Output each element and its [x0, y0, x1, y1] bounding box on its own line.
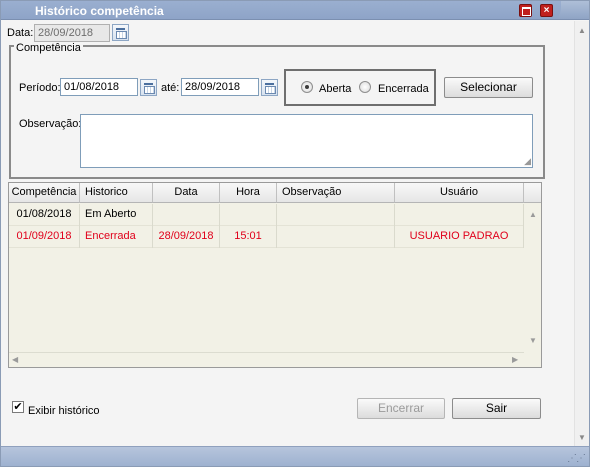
- close-button[interactable]: ×: [540, 4, 553, 17]
- show-history-label: Exibir histórico: [28, 405, 100, 417]
- cell-competencia: 01/09/2018: [9, 226, 80, 248]
- period-label: Período:: [19, 82, 61, 94]
- scroll-up-icon[interactable]: ▲: [529, 210, 537, 219]
- resize-grip-icon[interactable]: ⋰⋰: [567, 453, 586, 464]
- group-legend: Competência: [14, 42, 83, 54]
- date-label: Data:: [7, 27, 34, 39]
- select-button[interactable]: Selecionar: [444, 77, 533, 98]
- cell-observacao: [277, 204, 395, 226]
- until-label: até:: [161, 82, 180, 94]
- observation-textarea[interactable]: ◢: [80, 114, 533, 168]
- maximize-button[interactable]: [519, 4, 532, 17]
- scroll-down-icon[interactable]: ▼: [529, 336, 537, 345]
- scroll-right-icon[interactable]: ▶: [512, 355, 518, 364]
- col-usuario[interactable]: Usuário: [395, 183, 524, 203]
- table-header: Competência Historico Data Hora Observaç…: [9, 183, 541, 203]
- window-vertical-scrollbar[interactable]: ▲ ▼: [574, 21, 589, 446]
- title-bar[interactable]: Histórico competência ×: [1, 1, 589, 20]
- cell-historico: Encerrada: [80, 226, 153, 248]
- resize-handle-icon[interactable]: ◢: [524, 156, 531, 167]
- status-bar: ⋰⋰: [1, 446, 589, 466]
- radio-closed[interactable]: [359, 81, 371, 93]
- col-historico[interactable]: Historico: [80, 183, 153, 203]
- table-vertical-scrollbar[interactable]: ▲ ▼: [524, 204, 541, 352]
- table-row[interactable]: 01/09/2018 Encerrada 28/09/2018 15:01 US…: [9, 226, 524, 248]
- history-table: Competência Historico Data Hora Observaç…: [8, 182, 542, 368]
- period-to-input[interactable]: 28/09/2018: [181, 78, 259, 96]
- close-competence-button[interactable]: Encerrar: [357, 398, 445, 419]
- cell-data: 28/09/2018: [153, 226, 220, 248]
- window-scroll-down-icon[interactable]: ▼: [578, 433, 586, 442]
- scroll-left-icon[interactable]: ◀: [12, 355, 18, 364]
- col-competencia[interactable]: Competência: [9, 183, 80, 203]
- cell-historico: Em Aberto: [80, 204, 153, 226]
- header-corner: [524, 183, 541, 203]
- table-horizontal-scrollbar[interactable]: ◀ ▶: [9, 352, 524, 367]
- window-scroll-up-icon[interactable]: ▲: [578, 26, 586, 35]
- radio-closed-label: Encerrada: [378, 83, 429, 95]
- period-from-calendar-icon[interactable]: [140, 79, 157, 96]
- cell-usuario: [395, 204, 524, 226]
- cell-competencia: 01/08/2018: [9, 204, 80, 226]
- cell-hora: [220, 204, 277, 226]
- cell-hora: 15:01: [220, 226, 277, 248]
- cell-data: [153, 204, 220, 226]
- date-field: 28/09/2018: [34, 24, 110, 42]
- exit-button[interactable]: Sair: [452, 398, 541, 419]
- period-from-input[interactable]: 01/08/2018: [60, 78, 138, 96]
- calendar-icon: [112, 24, 129, 41]
- window-title: Histórico competência: [35, 4, 164, 18]
- dialog-window: Histórico competência × Data: 28/09/2018…: [0, 0, 590, 467]
- col-hora[interactable]: Hora: [220, 183, 277, 203]
- col-data[interactable]: Data: [153, 183, 220, 203]
- col-observacao[interactable]: Observação: [277, 183, 395, 203]
- table-row[interactable]: 01/08/2018 Em Aberto: [9, 204, 524, 226]
- cell-observacao: [277, 226, 395, 248]
- cell-usuario: USUARIO PADRAO: [395, 226, 524, 248]
- show-history-checkbox[interactable]: ✔: [12, 401, 24, 413]
- period-to-calendar-icon[interactable]: [261, 79, 278, 96]
- radio-open[interactable]: [301, 81, 313, 93]
- observation-label: Observação:: [19, 118, 82, 130]
- radio-open-label: Aberta: [319, 83, 352, 95]
